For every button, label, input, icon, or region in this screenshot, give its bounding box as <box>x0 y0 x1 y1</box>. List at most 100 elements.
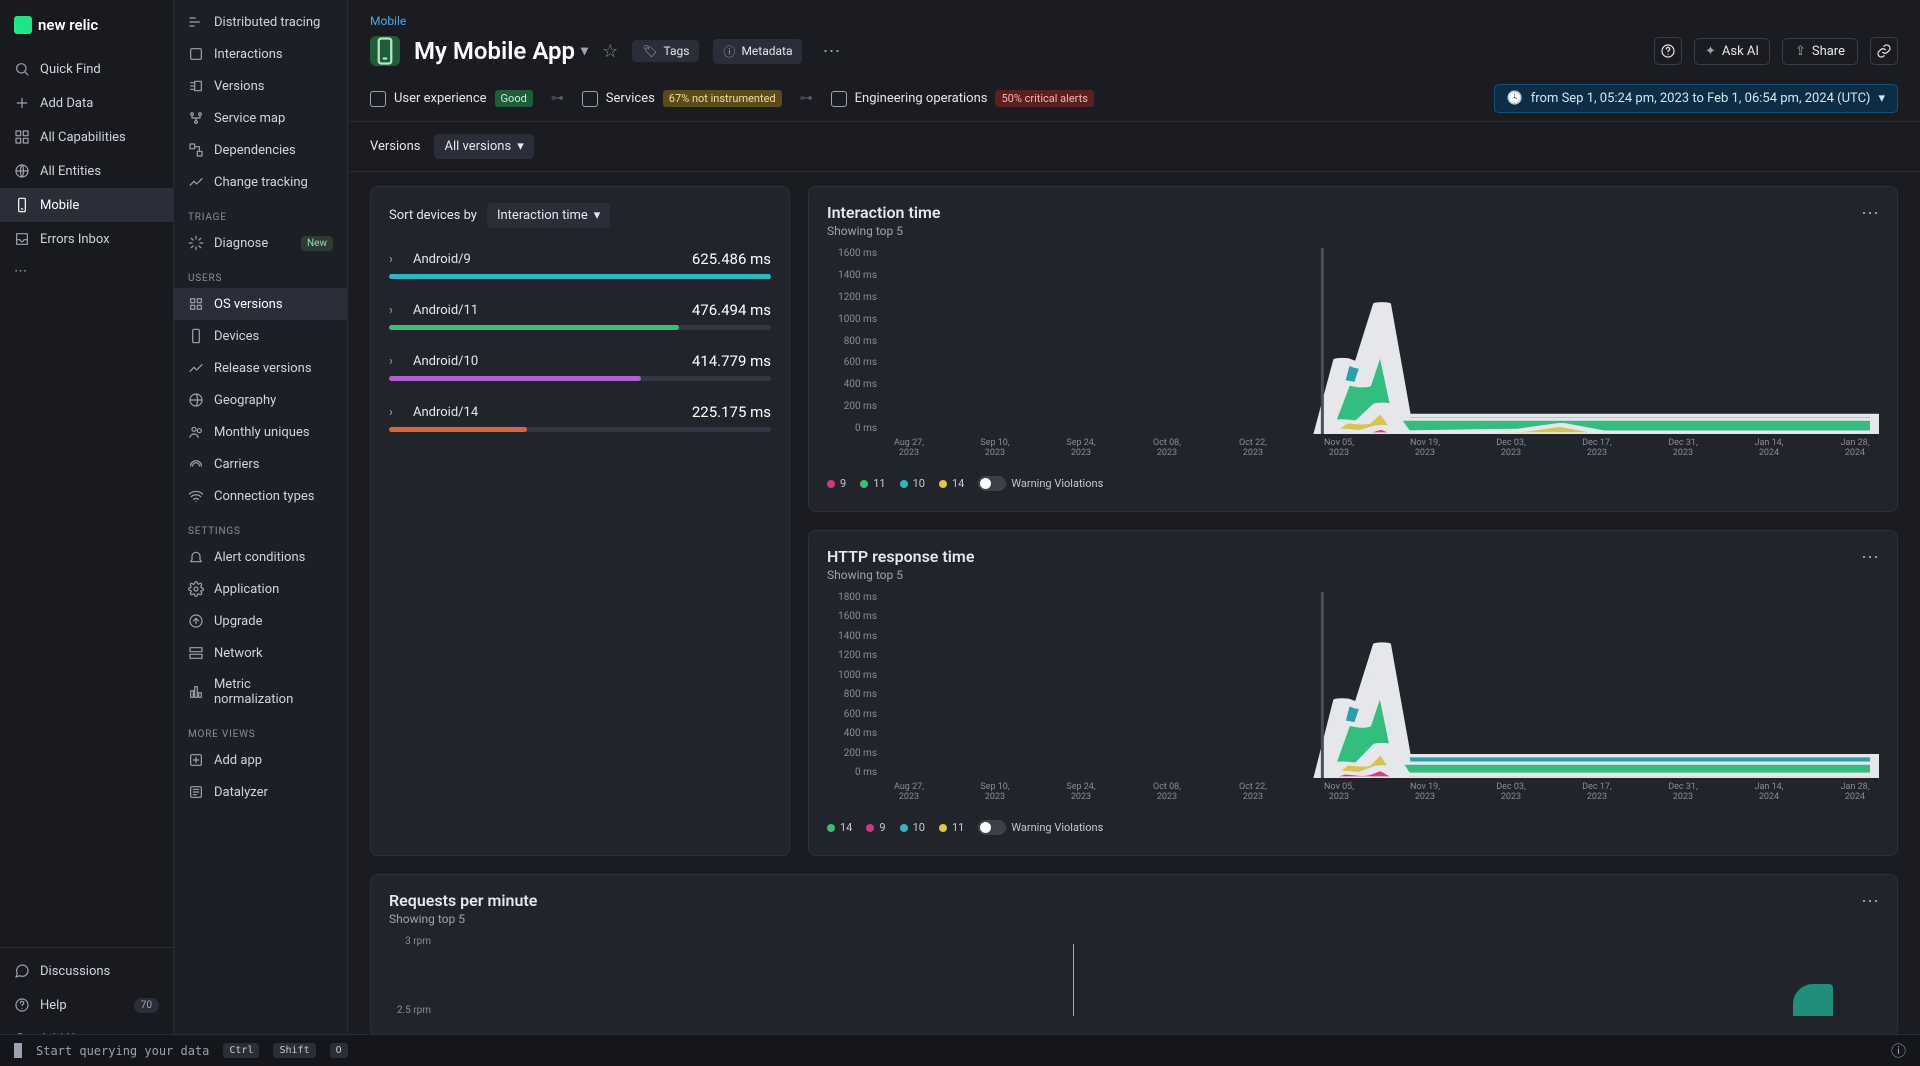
expand-arrow-icon[interactable]: › <box>389 303 403 318</box>
time-range-picker[interactable]: 🕓 from Sep 1, 05:24 pm, 2023 to Feb 1, 0… <box>1494 84 1898 113</box>
versions-dropdown[interactable]: All versions ▾ <box>434 134 533 159</box>
legend-warning-violations[interactable]: Warning Violations <box>978 820 1103 835</box>
status-badge: 50% critical alerts <box>995 90 1094 107</box>
brand-logo[interactable]: new relic <box>0 10 173 52</box>
subnav-label: Devices <box>214 329 259 344</box>
subnav-monthly-uniques[interactable]: Monthly uniques <box>174 416 347 448</box>
legend-item[interactable]: 10 <box>900 821 925 834</box>
legend-dot-icon <box>939 480 947 488</box>
subnav-metric-normalization[interactable]: Metric normalization <box>174 669 347 715</box>
nav-mobile[interactable]: Mobile <box>0 188 173 222</box>
devices-icon <box>188 328 204 344</box>
carriers-icon <box>188 456 204 472</box>
metadata-chip[interactable]: ⓘ Metadata <box>713 39 802 64</box>
chart-y-axis: 1600 ms1400 ms1200 ms1000 ms800 ms600 ms… <box>827 248 883 434</box>
device-row[interactable]: ›Android/9625.486 ms <box>389 242 771 293</box>
share-button[interactable]: ⇪ Share <box>1782 38 1858 65</box>
subnav-section-more-views: MORE VIEWS <box>174 715 347 744</box>
nav-more[interactable]: ⋯ <box>0 256 173 287</box>
device-value: 625.486 ms <box>692 250 771 268</box>
subnav-distributed-tracing[interactable]: Distributed tracing <box>174 6 347 38</box>
expand-arrow-icon[interactable]: › <box>389 252 403 267</box>
chart-x-axis: Aug 27, 2023Sep 10, 2023Sep 24, 2023Oct … <box>885 438 1879 458</box>
status-engineering-icon <box>831 91 847 107</box>
subnav-geography[interactable]: Geography <box>174 384 347 416</box>
interactions-icon <box>188 46 204 62</box>
nav-quick-find[interactable]: Quick Find <box>0 52 173 86</box>
legend-item[interactable]: 9 <box>866 821 885 834</box>
interaction-time-chart[interactable]: 1600 ms1400 ms1200 ms1000 ms800 ms600 ms… <box>827 248 1879 458</box>
query-repl-bar[interactable]: Start querying your data Ctrl Shift O ⓘ <box>0 1034 1920 1066</box>
versions-toolbar: Versions All versions ▾ <box>348 122 1920 172</box>
status-label: Services <box>606 91 655 106</box>
status-engineering[interactable]: Engineering operations 50% critical aler… <box>831 90 1094 107</box>
subnav-release-versions[interactable]: Release versions <box>174 352 347 384</box>
tracing-icon <box>188 14 204 30</box>
subnav-application[interactable]: Application <box>174 573 347 605</box>
card-menu-button[interactable]: ⋯ <box>1861 203 1879 224</box>
subnav-interactions[interactable]: Interactions <box>174 38 347 70</box>
chart-legend: 14 9 10 11 Warning Violations <box>827 820 1879 835</box>
status-user-experience[interactable]: User experience Good <box>370 90 533 107</box>
status-services-icon <box>582 91 598 107</box>
nav-discussions[interactable]: Discussions <box>0 954 173 988</box>
card-menu-button[interactable]: ⋯ <box>1861 891 1879 912</box>
legend-item[interactable]: 11 <box>860 477 885 490</box>
status-services[interactable]: Services 67% not instrumented <box>582 90 782 107</box>
breadcrumb-mobile[interactable]: Mobile <box>348 0 1920 32</box>
http-response-chart[interactable]: 1800 ms1600 ms1400 ms1200 ms1000 ms800 m… <box>827 592 1879 802</box>
content-scroll[interactable]: Sort devices by Interaction time ▾ ›Andr… <box>348 172 1920 1066</box>
card-menu-button[interactable]: ⋯ <box>1861 547 1879 568</box>
subnav-upgrade[interactable]: Upgrade <box>174 605 347 637</box>
diagnose-icon <box>188 235 204 251</box>
sort-by-dropdown[interactable]: Interaction time ▾ <box>487 203 610 228</box>
device-row[interactable]: ›Android/14225.175 ms <box>389 395 771 446</box>
repl-info-icon[interactable]: ⓘ <box>1891 1040 1906 1061</box>
subnav-section-triage: TRIAGE <box>174 198 347 227</box>
header-more[interactable]: ⋯ <box>816 37 846 66</box>
rpm-chart[interactable]: 3 rpm2.5 rpm <box>389 936 1879 1016</box>
subnav-diagnose[interactable]: Diagnose New <box>174 227 347 259</box>
help-circle-button[interactable] <box>1654 37 1682 65</box>
chart-plot-area <box>885 592 1879 778</box>
subnav-label: Application <box>214 582 279 597</box>
device-row[interactable]: ›Android/10414.779 ms <box>389 344 771 395</box>
expand-arrow-icon[interactable]: › <box>389 405 403 420</box>
nav-add-data[interactable]: Add Data <box>0 86 173 120</box>
copy-link-button[interactable] <box>1870 37 1898 65</box>
nav-errors-inbox[interactable]: Errors Inbox <box>0 222 173 256</box>
legend-item[interactable]: 14 <box>827 821 852 834</box>
upgrade-icon <box>188 613 204 629</box>
legend-item[interactable]: 10 <box>900 477 925 490</box>
legend-dot-icon <box>860 480 868 488</box>
legend-item[interactable]: 11 <box>939 821 964 834</box>
device-row[interactable]: ›Android/11476.494 ms <box>389 293 771 344</box>
subnav-versions[interactable]: Versions <box>174 70 347 102</box>
favorite-star[interactable]: ☆ <box>602 41 618 62</box>
subnav-dependencies[interactable]: Dependencies <box>174 134 347 166</box>
subnav-devices[interactable]: Devices <box>174 320 347 352</box>
page-title[interactable]: My Mobile App ▾ <box>414 37 588 65</box>
subnav-carriers[interactable]: Carriers <box>174 448 347 480</box>
legend-item[interactable]: 14 <box>939 477 964 490</box>
nav-all-entities[interactable]: All Entities <box>0 154 173 188</box>
subnav-os-versions[interactable]: OS versions <box>174 288 347 320</box>
subnav-change-tracking[interactable]: Change tracking <box>174 166 347 198</box>
subnav-connection-types[interactable]: Connection types <box>174 480 347 512</box>
tags-chip[interactable]: 🏷 Tags <box>632 40 699 62</box>
subnav-alert-conditions[interactable]: Alert conditions <box>174 541 347 573</box>
chip-label: Metadata <box>741 44 792 58</box>
subnav-service-map[interactable]: Service map <box>174 102 347 134</box>
legend-warning-violations[interactable]: Warning Violations <box>978 476 1103 491</box>
card-subtitle: Showing top 5 <box>827 568 974 582</box>
subnav-network[interactable]: Network <box>174 637 347 669</box>
repl-cursor <box>14 1043 22 1058</box>
device-bar-fill <box>389 376 641 381</box>
nav-help[interactable]: Help 70 <box>0 988 173 1022</box>
subnav-datalyzer[interactable]: Datalyzer <box>174 776 347 808</box>
legend-item[interactable]: 9 <box>827 477 846 490</box>
ask-ai-button[interactable]: ✦ Ask AI <box>1694 38 1770 65</box>
expand-arrow-icon[interactable]: › <box>389 354 403 369</box>
nav-all-capabilities[interactable]: All Capabilities <box>0 120 173 154</box>
subnav-add-app[interactable]: Add app <box>174 744 347 776</box>
